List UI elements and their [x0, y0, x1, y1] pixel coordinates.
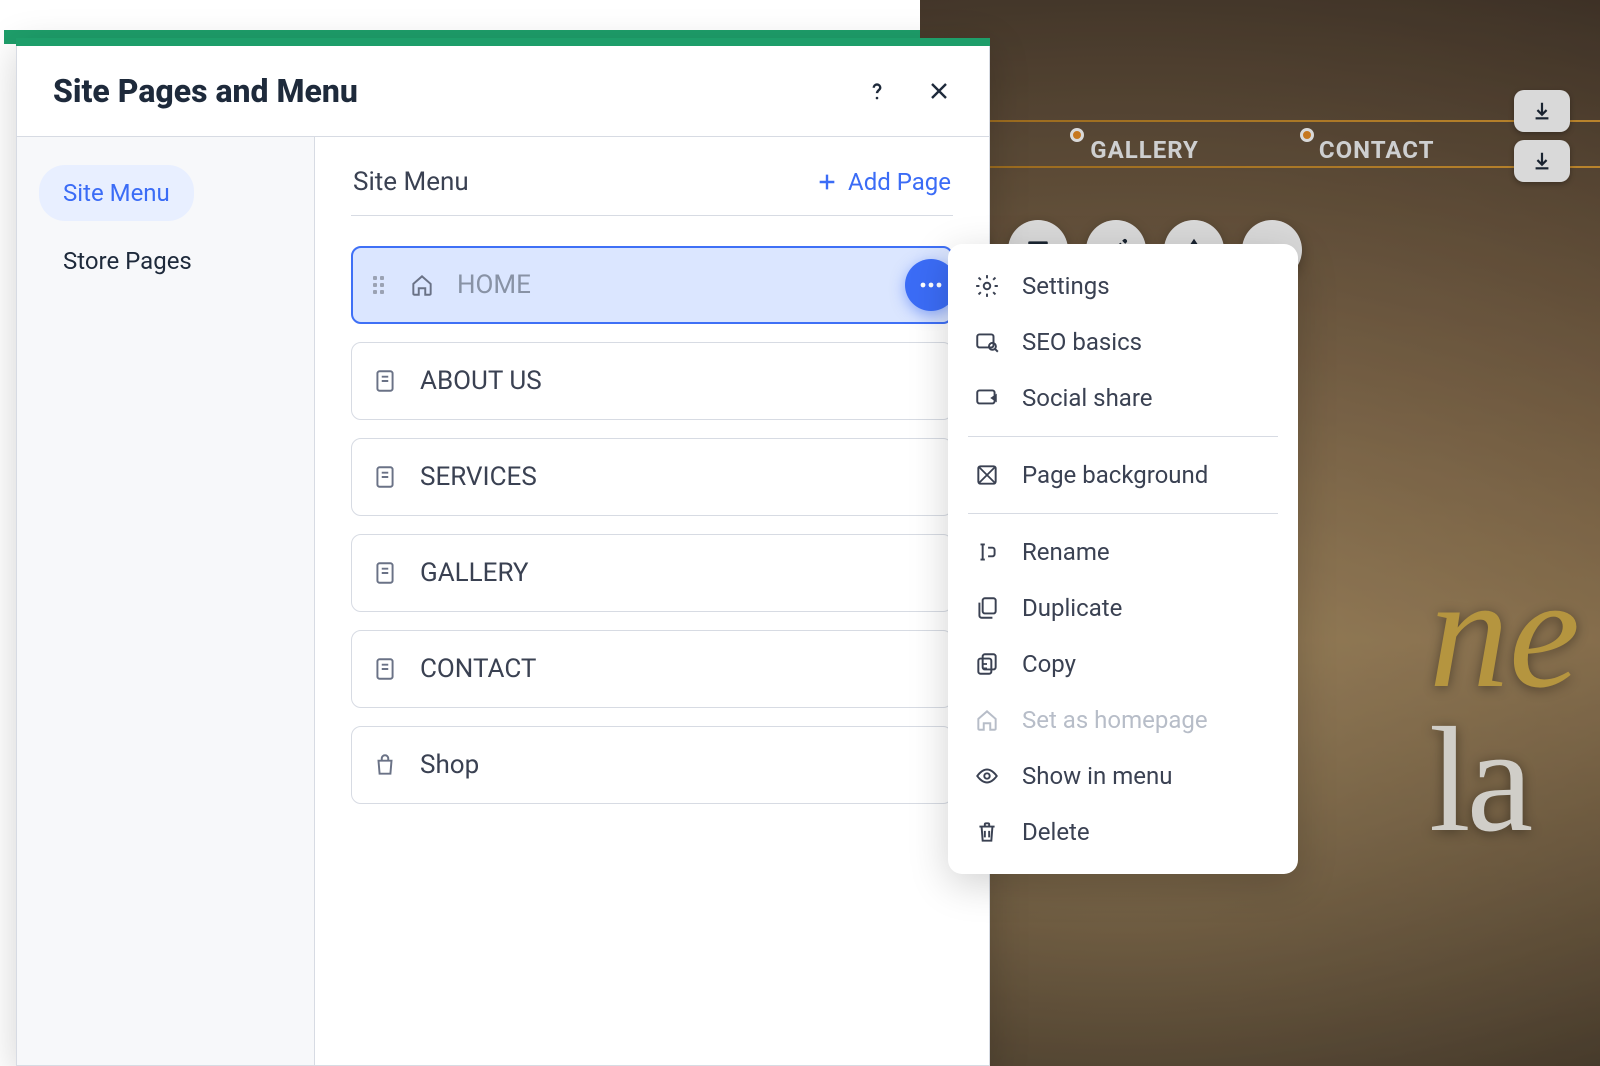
- menu-item-label: Duplicate: [1022, 594, 1122, 622]
- duplicate-icon: [974, 595, 1000, 621]
- page-label: HOME: [457, 270, 883, 300]
- rename-icon: [974, 539, 1000, 565]
- headline-line1: ne: [1429, 543, 1580, 721]
- share-icon: [974, 385, 1000, 411]
- drag-handle-icon[interactable]: [373, 276, 387, 294]
- close-button[interactable]: [925, 77, 953, 105]
- bag-icon: [372, 752, 398, 778]
- sidebar-item-site-menu[interactable]: Site Menu: [39, 165, 194, 221]
- site-nav: ES GALLERY CONTACT: [920, 134, 1600, 166]
- nav-handle-dot[interactable]: [1300, 128, 1314, 142]
- page-item-contact[interactable]: CONTACT: [351, 630, 953, 708]
- menu-separator: [968, 513, 1278, 514]
- pattern-icon: [974, 462, 1000, 488]
- more-icon: [920, 282, 942, 288]
- menu-item-settings[interactable]: Settings: [948, 258, 1298, 314]
- seo-icon: [974, 329, 1000, 355]
- menu-item-show-in-menu[interactable]: Show in menu: [948, 748, 1298, 804]
- page-label: ABOUT US: [420, 366, 932, 396]
- pill-download-button[interactable]: [1514, 90, 1570, 132]
- page-icon: [372, 464, 398, 490]
- close-icon: [927, 79, 951, 103]
- download-icon: [1531, 150, 1553, 172]
- page-context-menu: Settings SEO basics Social share Page backg…: [948, 244, 1298, 874]
- menu-item-page-background[interactable]: Page background: [948, 447, 1298, 503]
- page-icon: [372, 656, 398, 682]
- menu-item-copy[interactable]: Copy: [948, 636, 1298, 692]
- site-pages-panel: Site Pages and Menu Site Menu Store Page…: [16, 38, 990, 1066]
- menu-item-label: Page background: [1022, 461, 1208, 489]
- page-item-about-us[interactable]: ABOUT US: [351, 342, 953, 420]
- pill-download-button[interactable]: [1514, 140, 1570, 182]
- copy-icon: [974, 651, 1000, 677]
- menu-item-seo-basics[interactable]: SEO basics: [948, 314, 1298, 370]
- menu-item-label: Rename: [1022, 538, 1110, 566]
- page-item-home[interactable]: HOME: [351, 246, 953, 324]
- menu-item-social-share[interactable]: Social share: [948, 370, 1298, 426]
- page-item-services[interactable]: SERVICES: [351, 438, 953, 516]
- menu-item-label: Copy: [1022, 650, 1076, 678]
- panel-header: Site Pages and Menu: [17, 46, 989, 137]
- nav-handle-dot[interactable]: [1070, 128, 1084, 142]
- eye-icon: [974, 763, 1000, 789]
- nav-item-contact[interactable]: CONTACT: [1319, 136, 1435, 164]
- menu-item-label: Social share: [1022, 384, 1152, 412]
- menu-item-label: Set as homepage: [1022, 706, 1208, 734]
- page-label: CONTACT: [420, 654, 932, 684]
- page-label: GALLERY: [420, 558, 932, 588]
- panel-title: Site Pages and Menu: [53, 72, 358, 110]
- hero-headline: ne la: [1429, 560, 1580, 848]
- page-item-shop[interactable]: Shop: [351, 726, 953, 804]
- add-page-button[interactable]: Add Page: [816, 168, 951, 196]
- page-label: SERVICES: [420, 462, 932, 492]
- panel-main: Site Menu Add Page HOME ABOUT US SERVICES G…: [315, 137, 989, 1065]
- page-icon: [372, 368, 398, 394]
- panel-sidebar: Site Menu Store Pages: [17, 137, 315, 1065]
- trash-icon: [974, 819, 1000, 845]
- home-icon: [409, 272, 435, 298]
- help-icon: [864, 78, 890, 104]
- nav-item-gallery[interactable]: GALLERY: [1090, 136, 1199, 164]
- download-icon: [1531, 100, 1553, 122]
- home-icon: [974, 707, 1000, 733]
- add-page-label: Add Page: [848, 168, 951, 196]
- menu-item-label: Show in menu: [1022, 762, 1172, 790]
- page-icon: [372, 560, 398, 586]
- section-title: Site Menu: [353, 167, 469, 197]
- page-item-gallery[interactable]: GALLERY: [351, 534, 953, 612]
- menu-item-set-as-homepage: Set as homepage: [948, 692, 1298, 748]
- sidebar-item-store-pages[interactable]: Store Pages: [39, 233, 216, 289]
- menu-item-duplicate[interactable]: Duplicate: [948, 580, 1298, 636]
- plus-icon: [816, 171, 838, 193]
- menu-item-label: Delete: [1022, 818, 1090, 846]
- menu-item-label: SEO basics: [1022, 328, 1142, 356]
- menu-item-label: Settings: [1022, 272, 1110, 300]
- menu-item-delete[interactable]: Delete: [948, 804, 1298, 860]
- gear-icon: [974, 273, 1000, 299]
- page-list: HOME ABOUT US SERVICES GALLERY CONTACT Shop: [351, 246, 953, 804]
- menu-item-rename[interactable]: Rename: [948, 524, 1298, 580]
- headline-line2: la: [1429, 697, 1529, 863]
- menu-separator: [968, 436, 1278, 437]
- help-button[interactable]: [863, 77, 891, 105]
- page-label: Shop: [420, 750, 932, 780]
